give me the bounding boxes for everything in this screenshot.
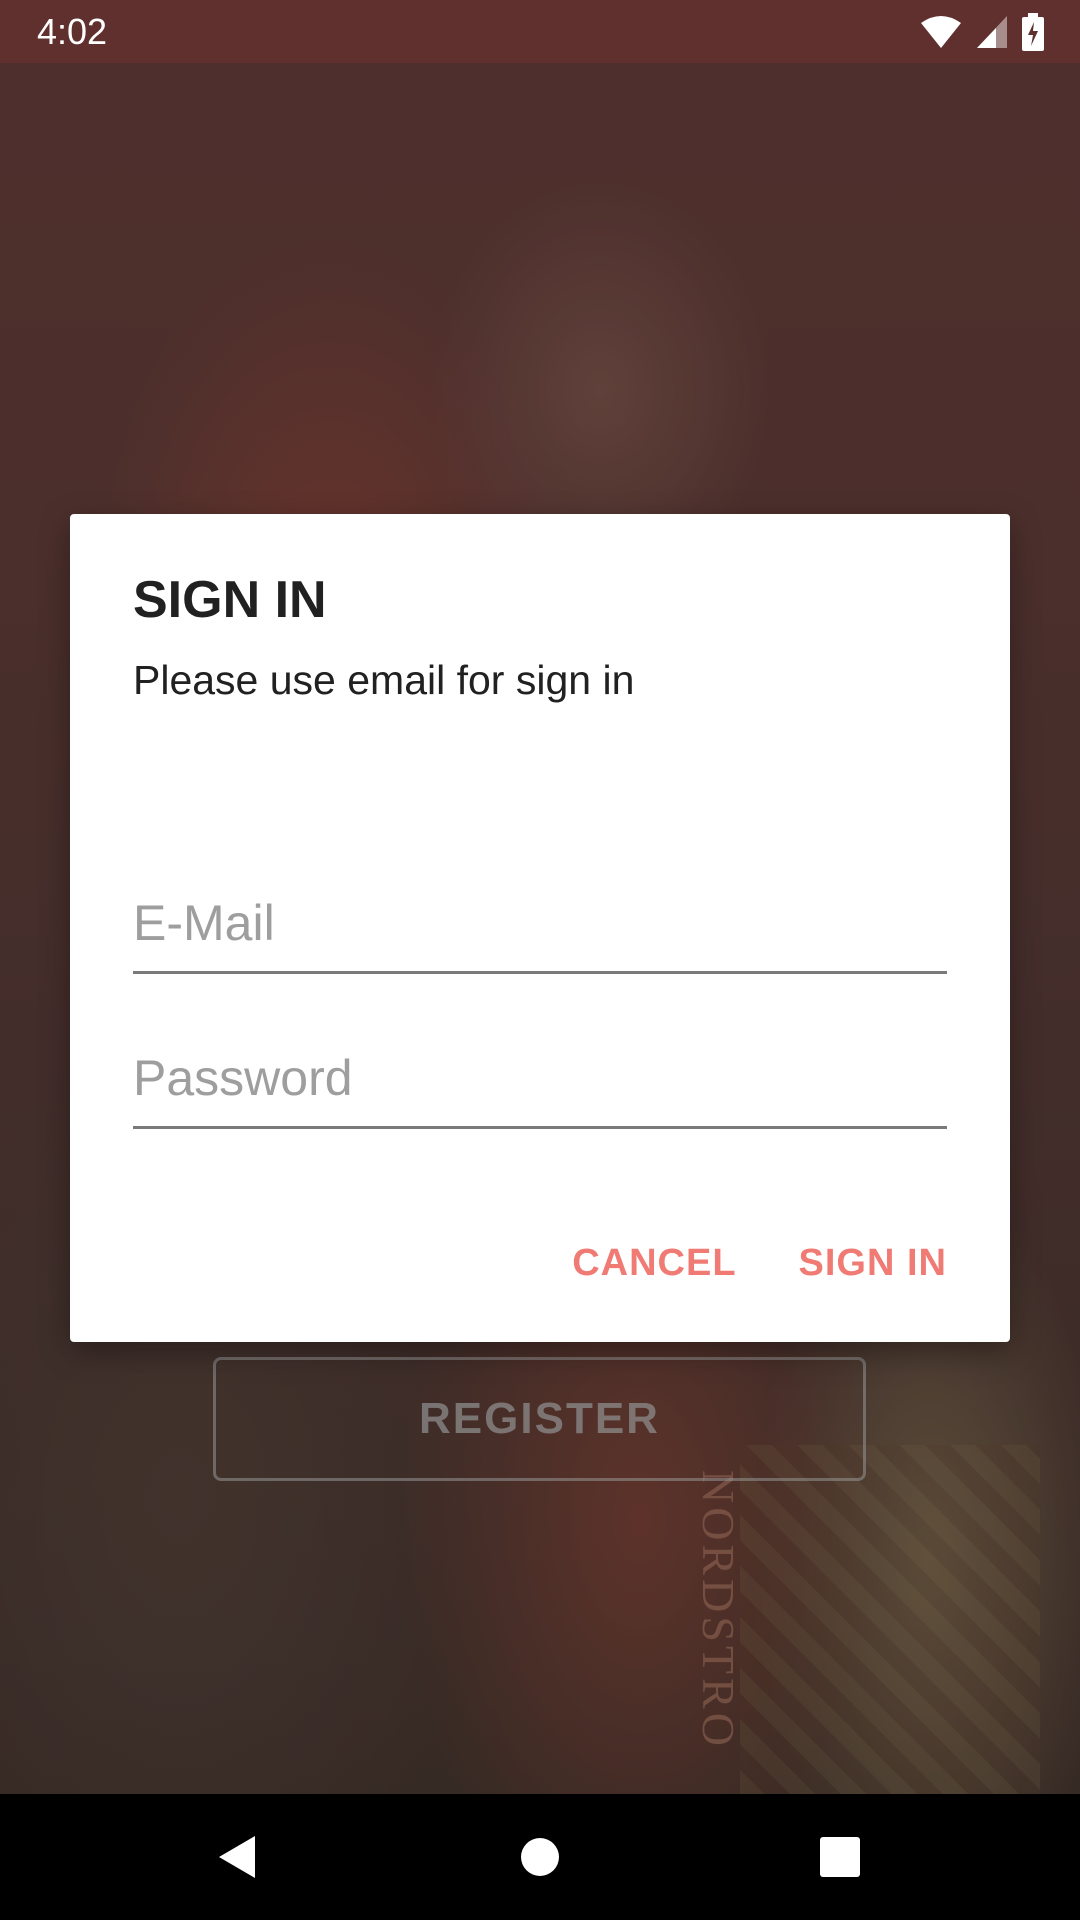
sign-in-screen: NORDSTRO 4:02 REGISTER SIGN IN Please us… [0, 0, 1080, 1920]
dialog-actions: CANCEL SIGN IN [572, 1242, 947, 1285]
navigation-bar [0, 1794, 1080, 1920]
home-icon[interactable] [515, 1832, 565, 1882]
register-button[interactable]: REGISTER [213, 1357, 866, 1481]
dialog-title: SIGN IN [133, 571, 327, 629]
wifi-icon [921, 16, 961, 48]
back-icon[interactable] [213, 1832, 263, 1882]
sign-in-button[interactable]: SIGN IN [799, 1242, 947, 1285]
status-time: 4:02 [37, 11, 108, 52]
status-bar: 4:02 [0, 0, 1080, 63]
status-icons [920, 12, 1044, 52]
signal-icon [977, 16, 1007, 48]
cancel-button[interactable]: CANCEL [572, 1242, 736, 1285]
dialog-message: Please use email for sign in [133, 657, 635, 703]
email-field[interactable] [133, 884, 947, 974]
battery-charging-icon [1022, 13, 1044, 51]
password-field[interactable] [133, 1039, 947, 1129]
sign-in-dialog: SIGN IN Please use email for sign in CAN… [70, 514, 1010, 1342]
recents-icon[interactable] [815, 1832, 865, 1882]
